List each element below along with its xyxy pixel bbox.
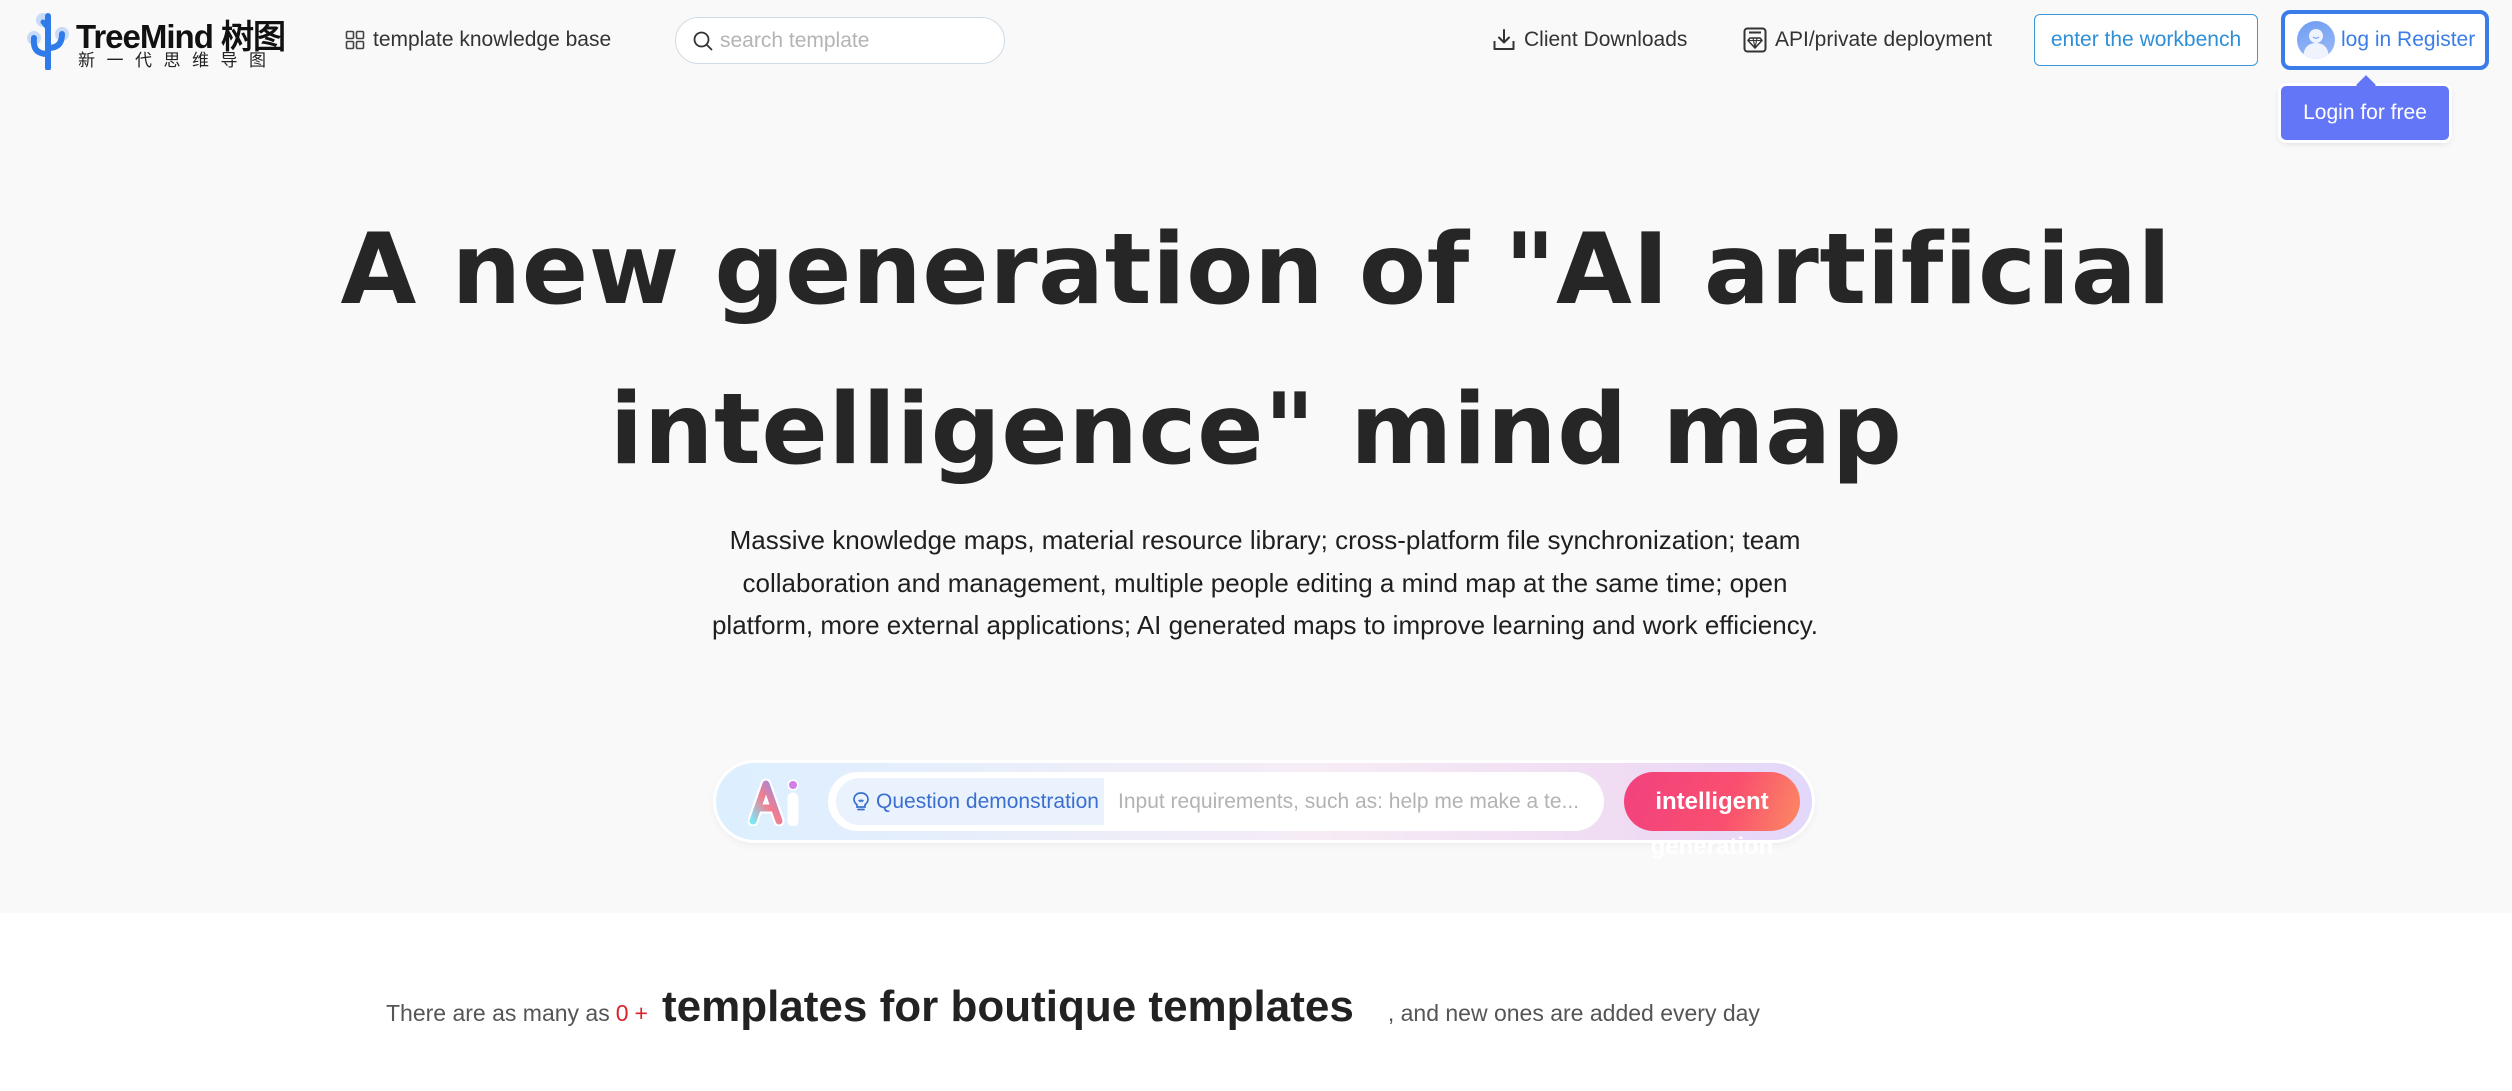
stats-prefix: There are as many as xyxy=(386,1000,610,1026)
top-nav: TreeMind 树图 新一代思维导图 template knowledge b… xyxy=(0,0,2512,140)
search-input[interactable] xyxy=(720,28,990,53)
login-register-label: log in Register xyxy=(2341,28,2476,51)
nav-api-label: API/private deployment xyxy=(1775,28,1993,51)
avatar-icon xyxy=(2297,21,2335,59)
logo[interactable]: TreeMind 树图 新一代思维导图 xyxy=(26,10,286,71)
nav-template-knowledge-base[interactable]: template knowledge base xyxy=(345,22,611,58)
hero-headline: A new generation of "AI artificial intel… xyxy=(340,213,2172,487)
stats-count: 0 xyxy=(615,1000,629,1026)
download-icon xyxy=(1493,29,1515,50)
search-box[interactable] xyxy=(675,17,1005,64)
nav-downloads-label: Client Downloads xyxy=(1524,28,1688,51)
login-for-free-tooltip[interactable]: Login for free xyxy=(2281,86,2449,140)
tree-logo-icon xyxy=(27,13,69,70)
nav-api-private-deployment[interactable]: API/private deployment xyxy=(1743,22,1992,58)
lightbulb-icon xyxy=(853,791,869,810)
stats-plus: + xyxy=(634,1000,648,1026)
nav-template-label: template knowledge base xyxy=(373,28,612,51)
template-stats: There are as many as 0 + templates for b… xyxy=(386,982,1760,1042)
nav-client-downloads[interactable]: Client Downloads xyxy=(1492,22,1687,58)
grid-icon xyxy=(345,30,365,50)
stats-suffix: , and new ones are added every day xyxy=(1387,1000,1760,1026)
ai-logo-icon xyxy=(748,778,799,826)
enter-workbench-button[interactable]: enter the workbench xyxy=(2034,14,2258,66)
ai-input-wrapper: Question demonstration xyxy=(828,772,1604,831)
ai-generate-bar: Question demonstration intelligent gener… xyxy=(716,763,1812,860)
question-demonstration-button[interactable]: Question demonstration xyxy=(836,778,1104,825)
ai-requirement-input[interactable] xyxy=(1118,782,1588,822)
intelligent-generation-button[interactable]: intelligent generation xyxy=(1624,772,1800,860)
login-register-button[interactable]: log in Register xyxy=(2281,10,2489,70)
generate-button-label-overflow: generation xyxy=(1650,833,1774,860)
logo-tagline: 新一代思维导图 xyxy=(78,51,278,71)
generate-button-label: intelligent xyxy=(1655,788,1769,815)
search-icon xyxy=(693,31,713,50)
diamond-icon xyxy=(1743,27,1767,53)
stats-headline: templates for boutique templates xyxy=(661,982,1354,1031)
question-demonstration-label: Question demonstration xyxy=(876,789,1099,813)
hero-description: Massive knowledge maps, material resourc… xyxy=(711,525,1819,640)
